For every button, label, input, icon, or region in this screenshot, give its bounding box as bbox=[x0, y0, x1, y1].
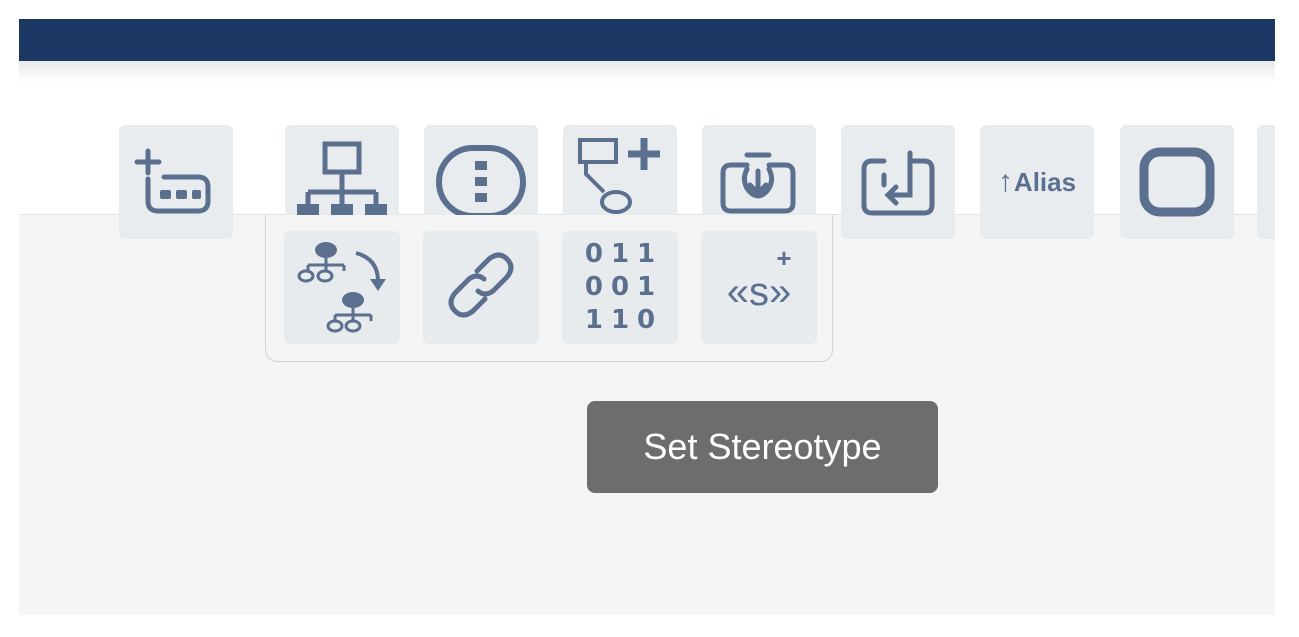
toolbar-dropdown: 011 001 110 + «s» bbox=[265, 215, 833, 362]
plus-icon: + bbox=[776, 245, 791, 273]
viewport: ↑ Alias 011 001 110 + «s» Set Stereotype bbox=[19, 19, 1275, 615]
hierarchy-icon bbox=[295, 140, 389, 224]
return-button[interactable] bbox=[841, 125, 955, 239]
tooltip-text: Set Stereotype bbox=[643, 426, 882, 467]
title-bar bbox=[19, 19, 1275, 61]
set-stereotype-button[interactable]: + «s» bbox=[701, 231, 817, 344]
import-into-icon bbox=[717, 147, 801, 217]
alias-icon: ↑ Alias bbox=[998, 165, 1076, 199]
add-stereotype-icon: + «s» bbox=[709, 243, 809, 330]
binary-data-icon: 011 001 110 bbox=[584, 239, 664, 335]
alias-button[interactable]: ↑ Alias bbox=[980, 125, 1094, 239]
reparent-tree-icon bbox=[294, 237, 390, 338]
alias-label: Alias bbox=[1013, 166, 1077, 197]
rounded-square-icon bbox=[1139, 147, 1215, 217]
binary-button[interactable]: 011 001 110 bbox=[562, 231, 678, 344]
reparent-button[interactable] bbox=[284, 231, 400, 344]
shape-button[interactable] bbox=[1120, 125, 1234, 239]
up-arrow-icon: ↑ bbox=[997, 165, 1013, 198]
overflow-button[interactable] bbox=[1257, 125, 1275, 239]
vertical-ellipsis-circle-icon bbox=[435, 144, 527, 220]
stereotype-label: «s» bbox=[727, 270, 792, 314]
link-icon bbox=[445, 249, 517, 326]
return-icon bbox=[858, 145, 938, 219]
link-button[interactable] bbox=[423, 231, 539, 344]
add-attribute-button[interactable] bbox=[119, 125, 233, 239]
toolbar: ↑ Alias bbox=[19, 61, 1275, 239]
tooltip: Set Stereotype bbox=[587, 401, 938, 493]
add-attribute-icon bbox=[134, 147, 218, 217]
